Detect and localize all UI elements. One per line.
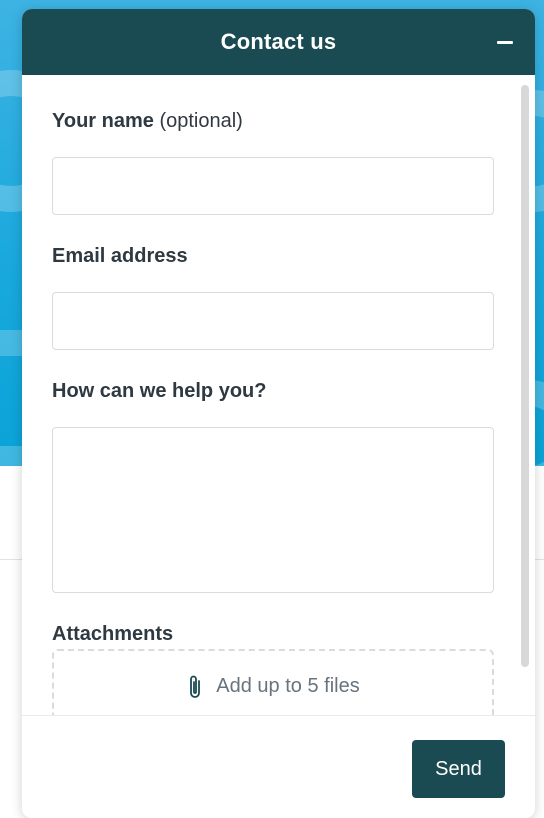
widget-footer: Send	[22, 715, 535, 818]
widget-header: Contact us	[22, 9, 535, 75]
minus-icon	[497, 40, 513, 44]
attachments-label: Attachments	[52, 623, 174, 645]
attachment-dropzone[interactable]: Add up to 5 files	[52, 649, 494, 715]
minimize-button[interactable]	[491, 27, 519, 57]
scrollbar-thumb[interactable]	[521, 85, 529, 667]
name-label: Your name (optional)	[52, 110, 243, 133]
email-label: Email address	[52, 245, 188, 267]
contact-widget: Contact us Your name (optional) Email ad…	[22, 9, 535, 818]
widget-title: Contact us	[220, 29, 337, 54]
message-textarea[interactable]	[52, 427, 494, 593]
paperclip-icon	[190, 675, 201, 698]
send-button[interactable]: Send	[412, 740, 505, 798]
optional-hint: (optional)	[159, 110, 243, 132]
name-input[interactable]	[52, 157, 494, 215]
name-label-text: Your name	[52, 110, 154, 132]
email-input[interactable]	[52, 292, 494, 350]
dropzone-text: Add up to 5 files	[216, 674, 360, 697]
contact-form: Your name (optional) Email address How c…	[22, 75, 535, 715]
message-label: How can we help you?	[52, 380, 267, 402]
scrollbar[interactable]	[521, 75, 529, 715]
